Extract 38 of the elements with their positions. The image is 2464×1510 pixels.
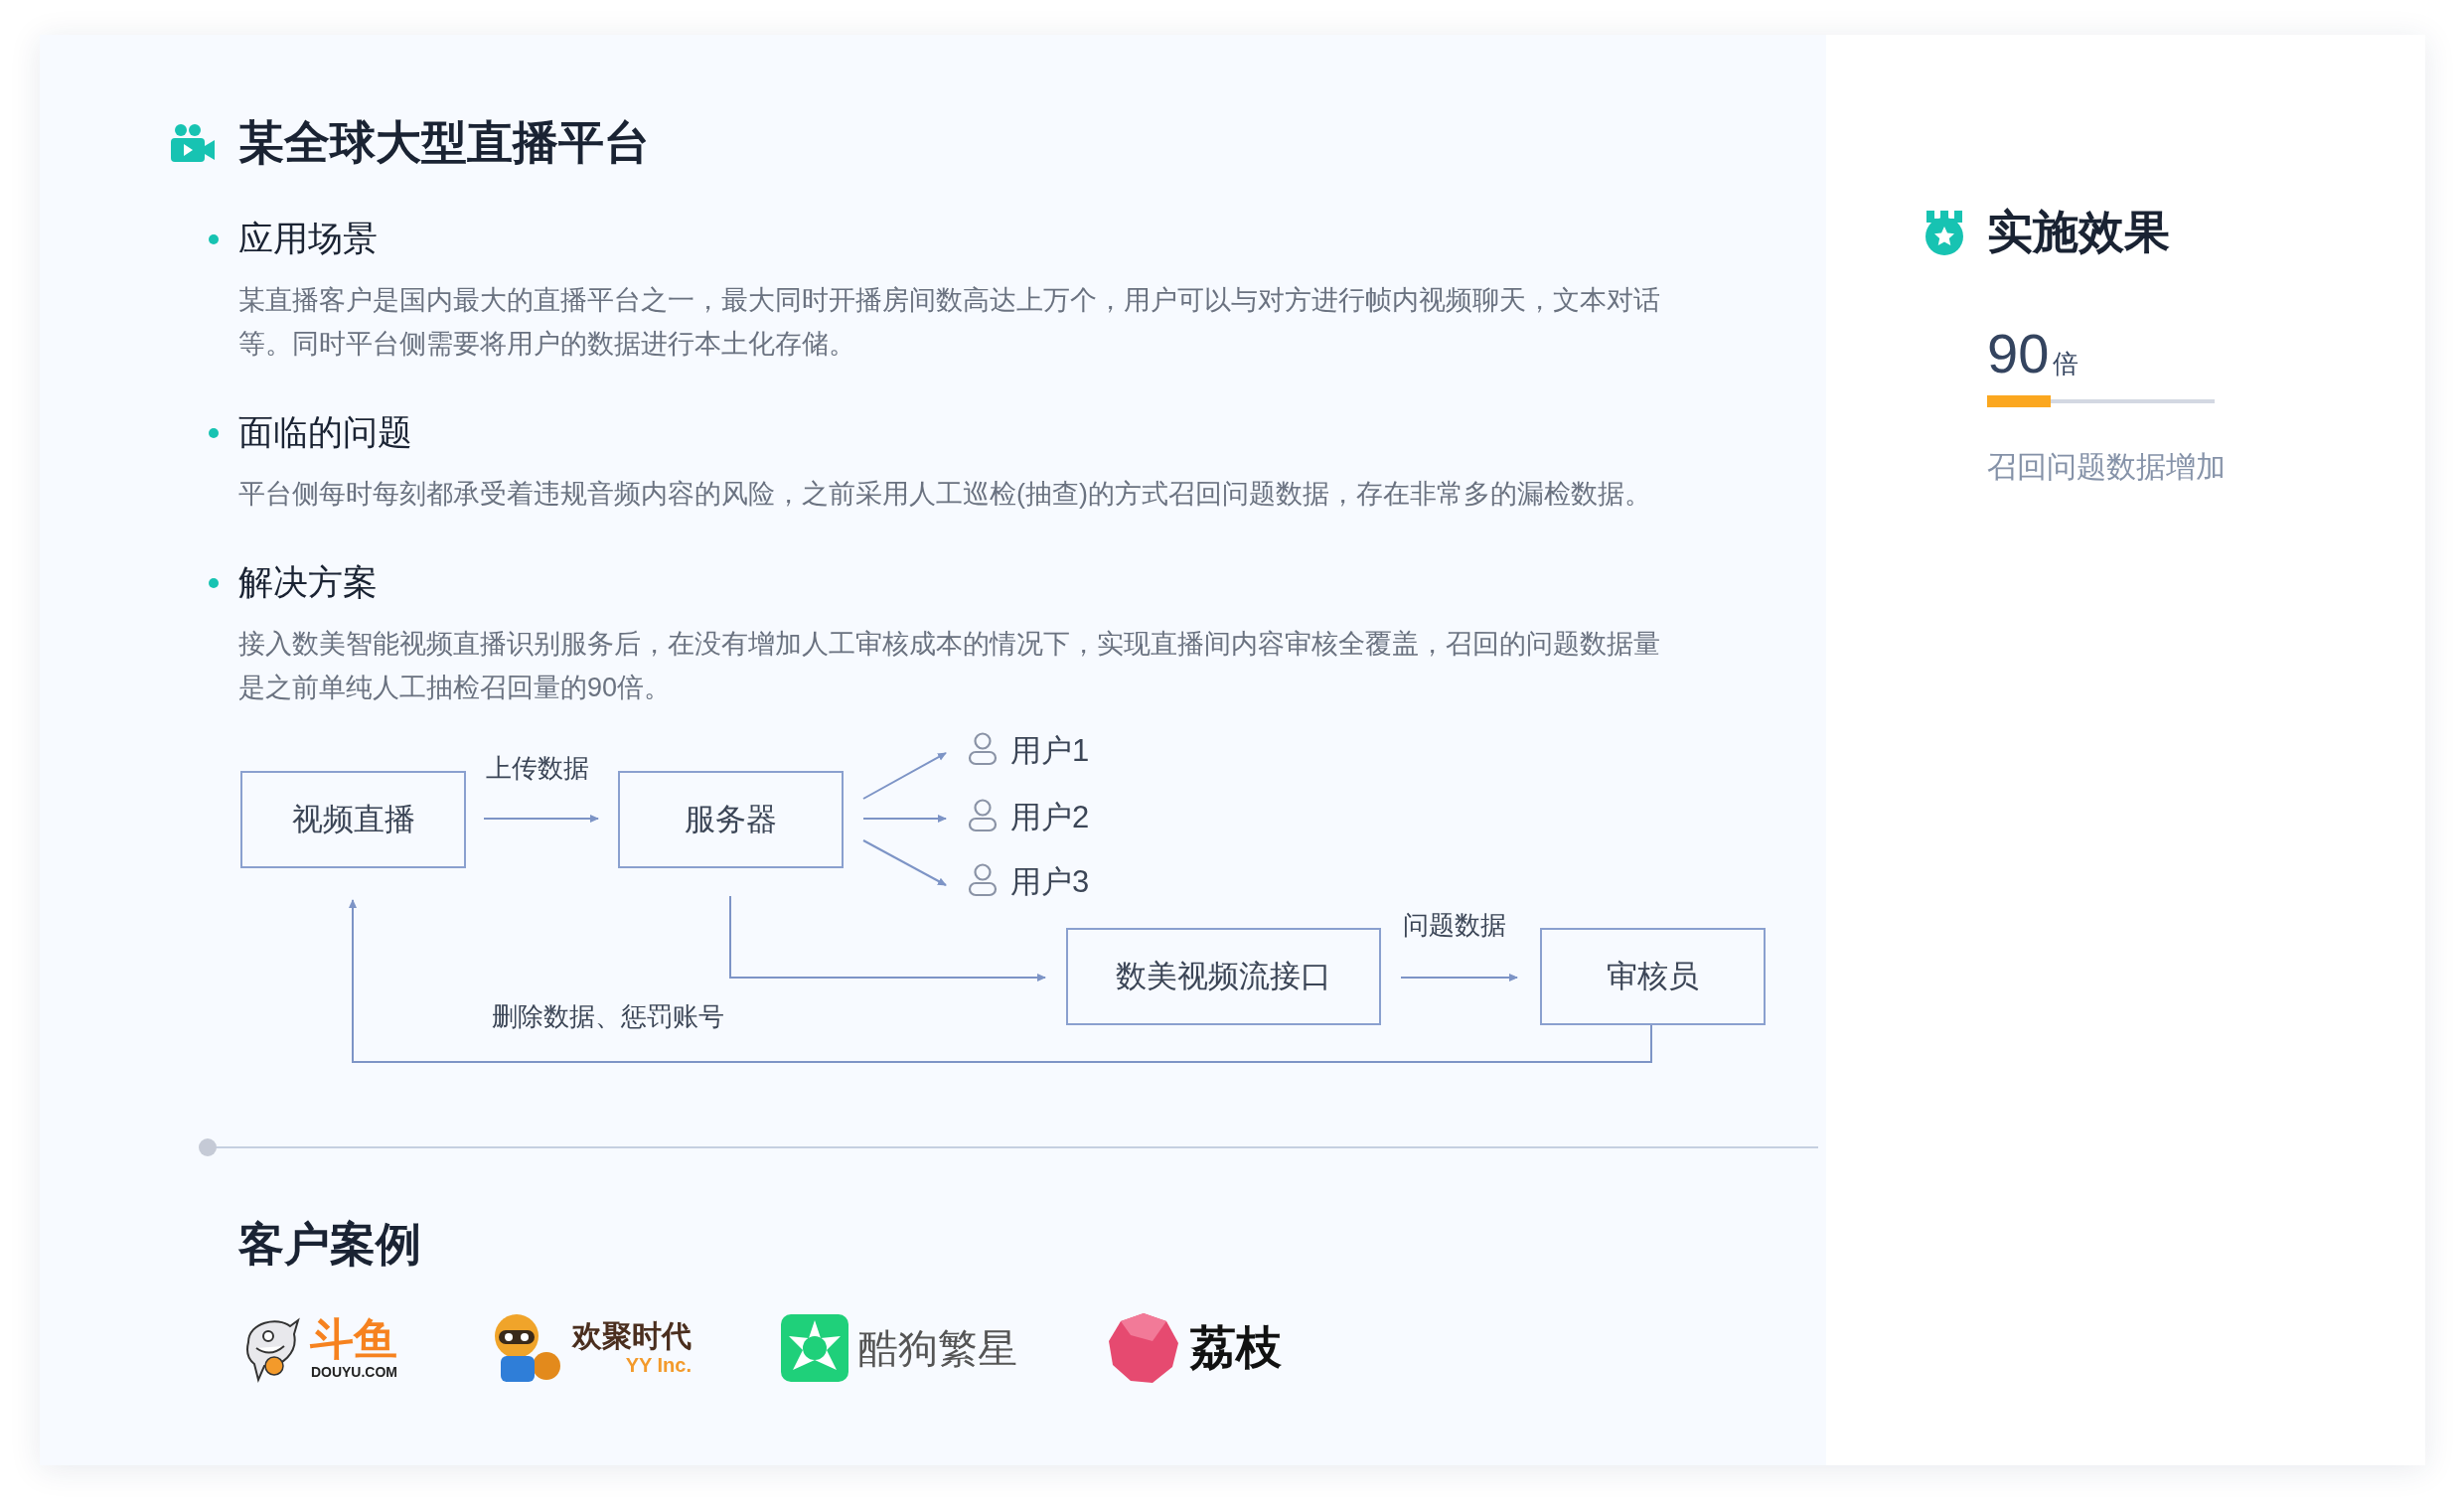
user-label: 用户1 [1010, 732, 1090, 770]
customers-title: 客户案例 [238, 1217, 422, 1272]
section-heading: 面临的问题 [238, 411, 412, 453]
edge-label: 删除数据、惩罚账号 [492, 1000, 724, 1033]
case-title: 某全球大型直播平台 [238, 115, 650, 170]
logo-name: 斗鱼 [310, 1317, 397, 1361]
medal-icon [1924, 209, 1965, 256]
diagram-node: 审核员 [1540, 928, 1766, 1025]
user-label: 用户3 [1010, 863, 1090, 901]
logo-name: 欢聚时代 [572, 1321, 692, 1351]
edge-label: 问题数据 [1403, 909, 1506, 942]
section-text: 某直播客户是国内最大的直播平台之一，最大同时开播房间数高达上万个，用户可以与对方进行帧内视频聊天，文本对话等。同时平台侧需要将用户的数据进行本土化存储。 [238, 284, 1661, 361]
result-value: 90 [1987, 321, 2050, 385]
lychee-icon [1107, 1311, 1180, 1385]
bullet-dot [209, 233, 219, 244]
section-heading: 应用场景 [238, 218, 378, 259]
logo-name: 酷狗繁星 [858, 1324, 1017, 1372]
diagram-node: 服务器 [618, 771, 844, 868]
user-icon [968, 799, 998, 832]
result-unit: 倍 [2053, 348, 2079, 380]
bullet-dot [209, 577, 219, 588]
video-camera-icon [169, 122, 217, 164]
edge-label: 上传数据 [486, 752, 589, 785]
diagram-node: 视频直播 [240, 771, 466, 868]
logo-name: 荔枝 [1190, 1320, 1282, 1375]
result-label: 召回问题数据增加 [1987, 449, 2227, 485]
section-heading: 解决方案 [238, 561, 378, 603]
section-text: 接入数美智能视频直播识别服务后，在没有增加人工审核成本的情况下，实现直播间内容审核全覆盖，召回的问题数据量是之前单纯人工抽检召回量的90倍。 [238, 628, 1661, 704]
logo-subtitle: YY Inc. [625, 1355, 692, 1375]
logo-icon [781, 1314, 848, 1382]
user-label: 用户2 [1010, 799, 1090, 836]
bullet-dot [209, 427, 219, 438]
logo-subtitle: DOUYU.COM [310, 1365, 397, 1379]
diagram-node: 数美视频流接口 [1066, 928, 1381, 1025]
user-icon [968, 863, 998, 897]
section-text: 平台侧每时每刻都承受着违规音频内容的风险，之前采用人工巡检(抽查)的方式召回问题数据，存在非常多的漏检数据。 [238, 478, 1652, 511]
user-icon [968, 732, 998, 766]
results-title: 实施效果 [1987, 205, 2170, 259]
